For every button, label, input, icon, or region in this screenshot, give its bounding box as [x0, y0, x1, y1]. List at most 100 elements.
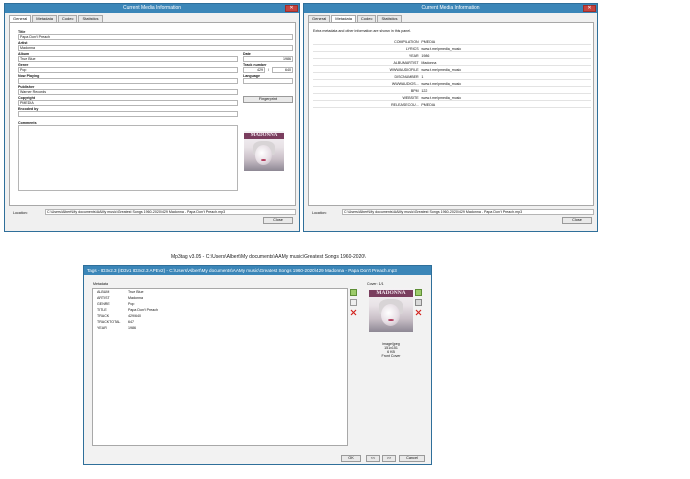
table-row[interactable]: WWWAUDIOS... www.t.me/pmedia_music [313, 81, 591, 87]
metadata-intro-text: Extra metadata and other information are… [313, 29, 412, 33]
cover-lips [261, 159, 266, 161]
window-close-button[interactable]: ✕ [285, 5, 298, 12]
location-label: Location: [312, 211, 327, 215]
location-field[interactable]: C:\Users\Albert\My documents\AAMy music\… [342, 209, 594, 215]
row-key: DISCNUMBER [394, 75, 419, 79]
window-titlebar[interactable]: Current Media Information [5, 4, 299, 13]
table-row[interactable]: WWWAUDIOFILE www.t.me/pmedia_music [313, 67, 591, 73]
metadata-label: Metadata [93, 282, 108, 286]
cover-title-band: MADONNA [369, 290, 413, 297]
copy-field-icon[interactable] [350, 299, 357, 306]
table-row[interactable]: COMPILATION PMEDIA [313, 39, 591, 45]
media-info-window-general: Current Media Information ✕ General Meta… [4, 3, 300, 232]
extra-metadata-table: COMPILATION PMEDIA LYRICS www.t.me/pmedia_… [313, 39, 591, 108]
cover-art-image[interactable]: MADONNA [369, 288, 413, 332]
add-field-icon[interactable] [350, 289, 357, 296]
row-value: www.t.me/pmedia_music [421, 82, 462, 86]
window-close-button[interactable]: ✕ [583, 5, 596, 12]
genre-field[interactable]: Pop [18, 67, 238, 73]
window-title: Current Media Information [122, 5, 182, 11]
window-titlebar[interactable]: Tags - ID3v2.3 (ID3v1 ID3v2.3 APEv2) - C… [84, 266, 431, 275]
metadata-list[interactable]: ALBUM True Blue ARTIST Madonna GENRE Pop TI… [92, 288, 348, 446]
table-row[interactable]: DISCNUMBER 1 [313, 74, 591, 80]
remove-field-glyph [350, 309, 357, 316]
track-separator: / [268, 68, 269, 72]
window-title: Current Media Information [421, 5, 480, 11]
previous-file-button[interactable]: << [366, 455, 380, 462]
fingerprint-button[interactable]: Fingerprint [243, 96, 293, 103]
tab-codec[interactable]: Codec [57, 15, 78, 22]
row-key: YEAR [408, 54, 419, 58]
track-number-field[interactable]: 429 [243, 67, 265, 73]
tab-bar: General Metadata Codec Statistics [9, 15, 104, 23]
row-key: WEBSITE [402, 96, 419, 100]
metadata-panel: Extra metadata and other information are… [308, 22, 594, 206]
table-row[interactable]: ALBUMARTIST Madonna [313, 60, 591, 66]
publisher-field[interactable]: Warner Records [18, 89, 238, 95]
row-value: Madonna [421, 61, 437, 65]
remove-cover-glyph [415, 309, 422, 316]
close-button[interactable]: Close [263, 217, 293, 224]
tab-codec[interactable]: Codec [356, 15, 377, 22]
comments-field[interactable] [18, 125, 238, 191]
table-row[interactable]: WEBSITE www.t.me/pmedia_music [313, 95, 591, 101]
cancel-button[interactable]: Cancel [399, 455, 425, 462]
row-key: LYRICS [405, 47, 419, 51]
cover-lips [388, 319, 394, 321]
row-key: WWWAUDIOFILE [389, 68, 419, 72]
copyright-field[interactable]: PMEDIA [18, 100, 238, 106]
row-value: www.t.me/pmedia_music [421, 68, 462, 72]
media-info-window-metadata: Current Media Information ✕ General Meta… [303, 3, 598, 232]
tab-statistics[interactable]: Statistics [78, 15, 103, 22]
table-row[interactable]: RELEASECOU... PMEDIA [313, 102, 591, 108]
window-title: Tags - ID3v2.3 (ID3v1 ID3v2.3 APEv2) - C… [87, 268, 397, 273]
table-row[interactable]: YEAR 1986 [313, 53, 591, 59]
ok-button[interactable]: OK [341, 455, 361, 462]
tab-statistics[interactable]: Statistics [377, 15, 402, 22]
list-item[interactable]: YEAR 1986 [97, 325, 347, 331]
row-key: ALBUMARTIST [393, 61, 419, 65]
row-key: COMPILATION [394, 40, 419, 44]
tab-bar: General Metadata Codec Statistics [308, 15, 403, 23]
row-value: 122 [421, 89, 428, 93]
row-key: WWWAUDIOS... [391, 82, 419, 86]
next-file-button[interactable]: >> [382, 455, 396, 462]
cover-title-band: MADONNA [244, 133, 284, 139]
row-value: www.t.me/pmedia_music [421, 47, 462, 51]
row-value: PMEDIA [421, 103, 436, 107]
remove-field-icon[interactable] [350, 309, 357, 316]
encoded-by-field[interactable] [18, 111, 238, 117]
cover-label: Cover: 1/1 [367, 282, 384, 286]
cover-face [381, 304, 400, 326]
row-value: 1 [421, 75, 424, 79]
cover-picture-type: Front Cover [381, 354, 401, 358]
remove-cover-icon[interactable] [415, 309, 422, 316]
artist-field[interactable]: Madonna [18, 45, 293, 51]
tag-field-value: 1986 [128, 326, 136, 330]
table-row[interactable]: BPM 122 [313, 88, 591, 94]
general-panel: Title Papa Don't Preach Artist Madonna A… [9, 22, 296, 206]
row-key: BPM [410, 89, 419, 93]
now-playing-field[interactable] [18, 78, 238, 84]
mp3tag-tags-window: Tags - ID3v2.3 (ID3v1 ID3v2.3 APEv2) - C… [83, 265, 432, 465]
location-field[interactable]: C:\Users\Albert\My documents\AAMy music\… [45, 209, 296, 215]
album-cover-image: MADONNA [244, 131, 284, 171]
tab-general[interactable]: General [308, 15, 331, 22]
export-cover-icon[interactable] [415, 299, 422, 306]
album-field[interactable]: True Blue [18, 56, 238, 62]
tab-metadata[interactable]: Metadata [32, 15, 57, 22]
tag-field-name: YEAR [97, 326, 107, 330]
row-key: RELEASECOU... [391, 103, 419, 107]
language-field[interactable] [243, 78, 293, 84]
window-titlebar[interactable]: Current Media Information [304, 4, 597, 13]
add-cover-icon[interactable] [415, 289, 422, 296]
location-label: Location: [13, 211, 28, 215]
row-value: www.t.me/pmedia_music [421, 96, 462, 100]
track-total-field[interactable]: 640 [272, 67, 293, 73]
title-field[interactable]: Papa Don't Preach [18, 34, 293, 40]
cover-face [255, 145, 272, 165]
table-row[interactable]: LYRICS www.t.me/pmedia_music [313, 46, 591, 52]
row-value: PMEDIA [421, 40, 436, 44]
close-button[interactable]: Close [562, 217, 592, 224]
date-field[interactable]: 1986 [243, 56, 293, 62]
